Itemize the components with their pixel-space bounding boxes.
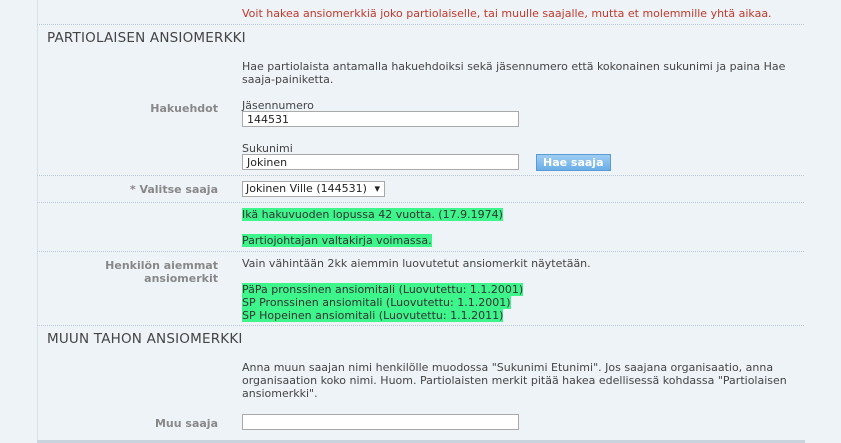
list-item: PäPa pronssinen ansiomitali (Luovutettu:… bbox=[242, 283, 524, 296]
age-info: Ikä hakuvuoden lopussa 42 vuotta. (17.9.… bbox=[242, 208, 503, 221]
leader-info: Partiojohtajan valtakirja voimassa. bbox=[242, 234, 432, 247]
list-item: SP Pronssinen ansiomitali (Luovutettu: 1… bbox=[242, 296, 511, 309]
previous-badges-note: Vain vähintään 2kk aiemmin luovutetut an… bbox=[242, 257, 591, 270]
other-recipient-label: Muu saaja bbox=[154, 417, 218, 430]
surname-input[interactable]: Jokinen bbox=[242, 154, 519, 170]
other-recipient-input[interactable] bbox=[242, 414, 519, 430]
instructions-line: organisaation koko nimi. Huom. Partiolai… bbox=[242, 374, 787, 387]
leader-info-text: Partiojohtajan valtakirja voimassa. bbox=[242, 234, 432, 247]
search-recipient-button[interactable]: Hae saaja bbox=[536, 154, 611, 171]
divider bbox=[37, 24, 804, 25]
select-recipient-label: * Valitse saaja bbox=[129, 183, 218, 196]
previous-badges-label-line: ansiomerkit bbox=[144, 272, 218, 285]
other-instructions: Anna muun saajan nimi henkilölle muodoss… bbox=[242, 361, 787, 400]
divider bbox=[37, 325, 804, 326]
previous-badges-label-line: Henkilön aiemmat bbox=[105, 259, 218, 272]
other-section-title: MUUN TAHON ANSIOMERKKI bbox=[47, 331, 243, 347]
scout-section-title: PARTIOLAISEN ANSIOMERKKI bbox=[47, 30, 246, 46]
search-criteria-label: Hakuehdot bbox=[150, 102, 218, 115]
instructions-line: Anna muun saajan nimi henkilölle muodoss… bbox=[242, 361, 774, 374]
top-notice: Voit hakea ansiomerkkiä joko partiolaise… bbox=[242, 7, 772, 20]
divider bbox=[37, 175, 804, 176]
list-item: SP Hopeinen ansiomitali (Luovutettu: 1.1… bbox=[242, 309, 504, 322]
instructions-line: Hae partiolaista antamalla hakuehdoiksi … bbox=[242, 60, 786, 73]
previous-badges-list: PäPa pronssinen ansiomitali (Luovutettu:… bbox=[242, 283, 524, 322]
instructions-line: ansiomerkki". bbox=[242, 387, 318, 400]
instructions-line: saaja-painiketta. bbox=[242, 73, 334, 86]
divider bbox=[37, 202, 804, 203]
divider bbox=[37, 251, 804, 252]
previous-badges-label: Henkilön aiemmat ansiomerkit bbox=[38, 259, 218, 285]
recipient-select[interactable]: Jokinen Ville (144531) ▾ bbox=[242, 181, 385, 197]
member-number-input[interactable]: 144531 bbox=[242, 111, 519, 127]
scout-instructions: Hae partiolaista antamalla hakuehdoiksi … bbox=[242, 60, 785, 86]
age-info-text: Ikä hakuvuoden lopussa 42 vuotta. (17.9.… bbox=[242, 208, 503, 221]
chevron-down-icon: ▾ bbox=[374, 182, 380, 195]
recipient-select-value: Jokinen Ville (144531) bbox=[246, 182, 367, 195]
